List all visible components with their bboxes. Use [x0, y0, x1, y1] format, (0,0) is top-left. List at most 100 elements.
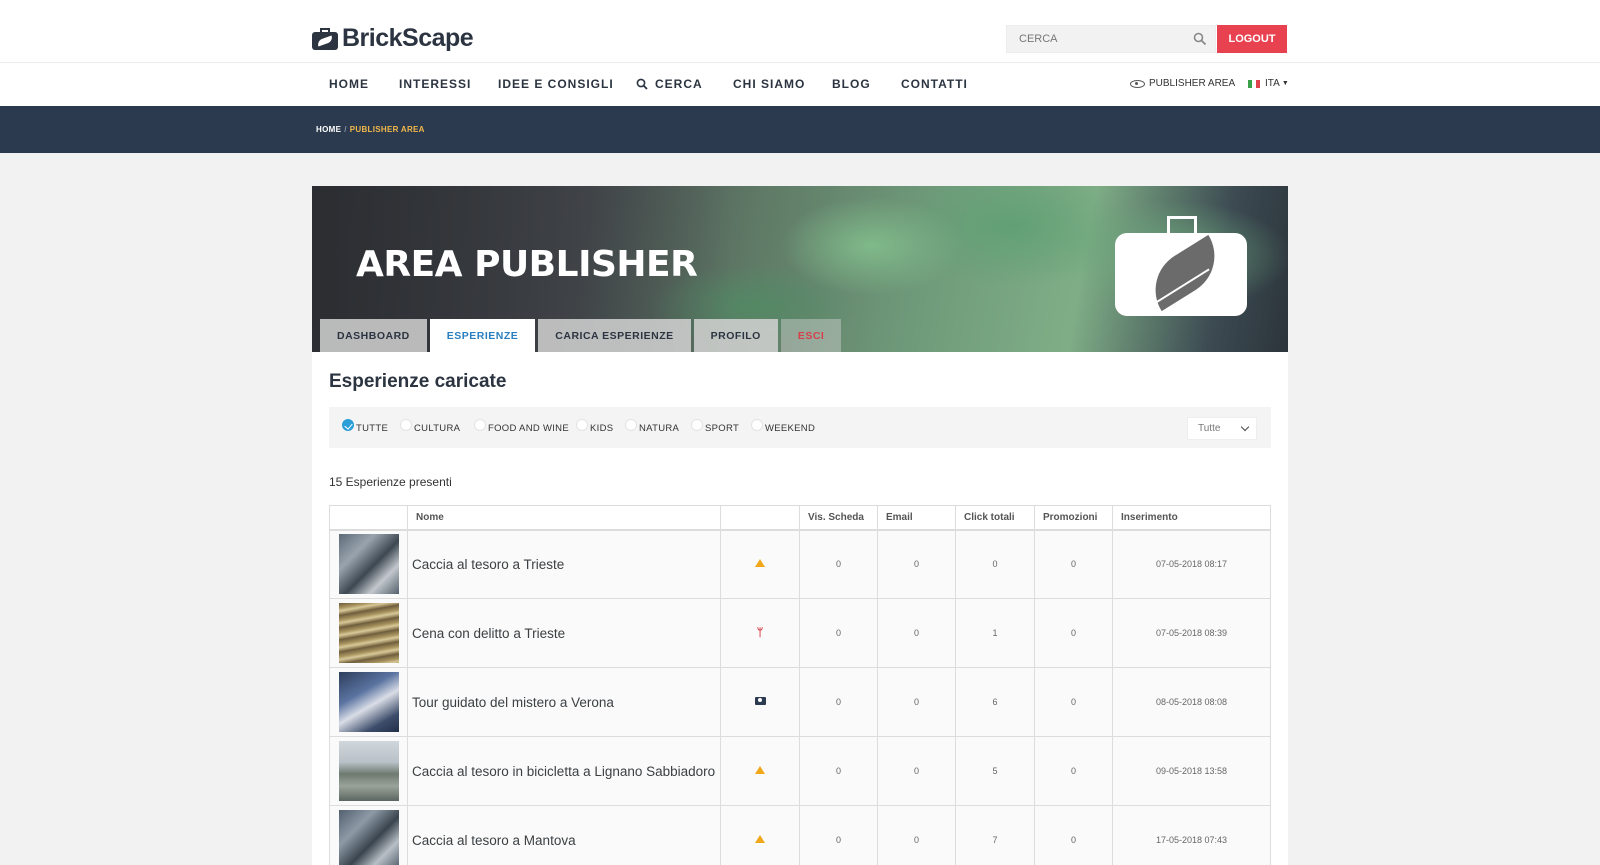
main-nav: HOME INTERESSI IDEE E CONSIGLI CERCA CHI… [0, 63, 1600, 106]
radio-icon [751, 419, 763, 431]
table-row[interactable]: Caccia al tesoro in bicicletta a Lignano… [329, 736, 1271, 806]
top-bar: BrickScape LOGOUT [0, 0, 1600, 63]
column-header-vis-scheda[interactable]: Vis. Scheda [799, 505, 878, 531]
brand-logo[interactable]: BrickScape [312, 24, 474, 53]
experience-name[interactable]: Tour guidato del mistero a Verona [407, 667, 721, 737]
filter-label: TUTTE [356, 422, 389, 434]
experiences-count: 15 Esperienze presenti [329, 475, 452, 489]
chevron-down-icon [1240, 422, 1250, 432]
language-label: ITA [1265, 78, 1280, 89]
publisher-banner: AREA PUBLISHER DASHBOARD ESPERIENZE CARI… [312, 186, 1288, 352]
radio-icon [625, 419, 637, 431]
tab-esperienze[interactable]: ESPERIENZE [429, 319, 536, 352]
filter-food-and-wine[interactable]: FOOD AND WINE [474, 419, 569, 434]
filter-label: NATURA [639, 422, 680, 434]
search-icon[interactable] [1193, 32, 1207, 46]
table-row[interactable]: Tour guidato del mistero a Verona 0 0 6 … [329, 667, 1271, 737]
click-totali-value: 0 [955, 529, 1035, 599]
nav-item-interessi[interactable]: INTERESSI [399, 77, 471, 91]
search-input[interactable] [1007, 26, 1182, 52]
nav-item-blog[interactable]: BLOG [832, 77, 871, 91]
publisher-area-link[interactable]: PUBLISHER AREA [1130, 78, 1235, 89]
search-icon [636, 78, 648, 90]
nav-item-idee-e-consigli[interactable]: IDEE E CONSIGLI [498, 77, 614, 91]
click-totali-value: 7 [955, 805, 1035, 865]
caret-down-icon: ▼ [1281, 80, 1289, 87]
experience-thumbnail[interactable] [338, 603, 399, 663]
column-header-promozioni[interactable]: Promozioni [1034, 505, 1113, 531]
experience-name[interactable]: Caccia al tesoro a Mantova [407, 805, 721, 865]
filter-tutte[interactable]: TUTTE [342, 419, 389, 434]
briefcase-leaf-icon [1115, 216, 1247, 316]
table-row[interactable]: Caccia al tesoro a Trieste 0 0 0 0 07-05… [329, 529, 1271, 599]
table-header-row: Nome Vis. Scheda Email Click totali Prom… [329, 505, 1271, 531]
promozioni-value: 0 [1034, 598, 1113, 668]
promozioni-value: 0 [1034, 667, 1113, 737]
click-totali-value: 1 [955, 598, 1035, 668]
radio-icon [576, 419, 588, 431]
experience-thumbnail[interactable] [338, 534, 399, 595]
tab-esci[interactable]: ESCI [780, 319, 842, 352]
experience-thumbnail[interactable] [338, 741, 399, 801]
table-row[interactable]: Caccia al tesoro a Mantova 0 0 7 0 17-05… [329, 805, 1271, 865]
category-cell [720, 667, 800, 737]
vis-scheda-value: 0 [799, 667, 878, 737]
nav-item-cerca[interactable]: CERCA [636, 77, 703, 91]
nav-item-contatti[interactable]: CONTATTI [901, 77, 968, 91]
filter-kids[interactable]: KIDS [576, 419, 613, 434]
category-filter-bar: TUTTE CULTURA FOOD AND WINE KIDS NATURA … [329, 407, 1271, 448]
email-value: 0 [877, 667, 956, 737]
search-box [1006, 25, 1216, 53]
email-value: 0 [877, 736, 956, 806]
filter-cultura[interactable]: CULTURA [400, 419, 461, 434]
page-title: AREA PUBLISHER [356, 244, 698, 285]
filter-select-value: Tutte [1198, 423, 1221, 434]
column-header-nome[interactable]: Nome [407, 505, 721, 531]
filter-weekend[interactable]: WEEKEND [751, 419, 815, 434]
breadcrumb: HOME / PUBLISHER AREA [316, 125, 425, 134]
radio-icon [474, 419, 486, 431]
promozioni-value: 0 [1034, 736, 1113, 806]
promozioni-value: 0 [1034, 805, 1113, 865]
breadcrumb-current: PUBLISHER AREA [349, 125, 425, 134]
publisher-area-label: PUBLISHER AREA [1149, 78, 1236, 89]
inserimento-value: 17-05-2018 07:43 [1112, 805, 1271, 865]
vis-scheda-value: 0 [799, 598, 878, 668]
column-header-inserimento[interactable]: Inserimento [1112, 505, 1271, 531]
language-selector[interactable]: ITA ▼ [1248, 78, 1289, 89]
nav-item-home[interactable]: HOME [329, 77, 369, 91]
click-totali-value: 5 [955, 736, 1035, 806]
logout-button[interactable]: LOGOUT [1217, 25, 1287, 53]
nav-item-chi-siamo[interactable]: CHI SIAMO [733, 77, 805, 91]
filter-sport[interactable]: SPORT [691, 419, 739, 434]
experience-thumbnail[interactable] [338, 810, 399, 865]
experience-name[interactable]: Cena con delitto a Trieste [407, 598, 721, 668]
column-header-email[interactable]: Email [877, 505, 956, 531]
table-row[interactable]: Cena con delitto a Trieste ᛘ 0 0 1 0 07-… [329, 598, 1271, 668]
thumbnail-cell [329, 667, 408, 737]
tab-dashboard[interactable]: DASHBOARD [320, 319, 427, 352]
column-header-click-totali[interactable]: Click totali [955, 505, 1035, 531]
experience-name[interactable]: Caccia al tesoro a Trieste [407, 529, 721, 599]
category-cell [720, 529, 800, 599]
tab-carica-esperienze[interactable]: CARICA ESPERIENZE [538, 319, 691, 352]
experience-name[interactable]: Caccia al tesoro in bicicletta a Lignano… [407, 736, 721, 806]
nav-item-cerca-label: CERCA [655, 77, 703, 91]
thumbnail-cell [329, 529, 408, 599]
tab-profilo[interactable]: PROFILO [693, 319, 778, 352]
breadcrumb-home[interactable]: HOME [316, 125, 341, 134]
briefcase-logo-icon [312, 27, 338, 50]
inserimento-value: 07-05-2018 08:17 [1112, 529, 1271, 599]
filter-label: FOOD AND WINE [488, 422, 569, 434]
filter-select[interactable]: Tutte [1187, 417, 1257, 440]
experience-thumbnail[interactable] [338, 672, 399, 732]
section-title: Esperienze caricate [329, 371, 507, 392]
arrow-up-icon [755, 766, 765, 774]
experiences-table: Nome Vis. Scheda Email Click totali Prom… [329, 505, 1271, 865]
filter-natura[interactable]: NATURA [625, 419, 680, 434]
filter-label: CULTURA [414, 422, 461, 434]
brand-name: BrickScape [342, 24, 474, 52]
radio-icon [691, 419, 703, 431]
inserimento-value: 08-05-2018 08:08 [1112, 667, 1271, 737]
click-totali-value: 6 [955, 667, 1035, 737]
